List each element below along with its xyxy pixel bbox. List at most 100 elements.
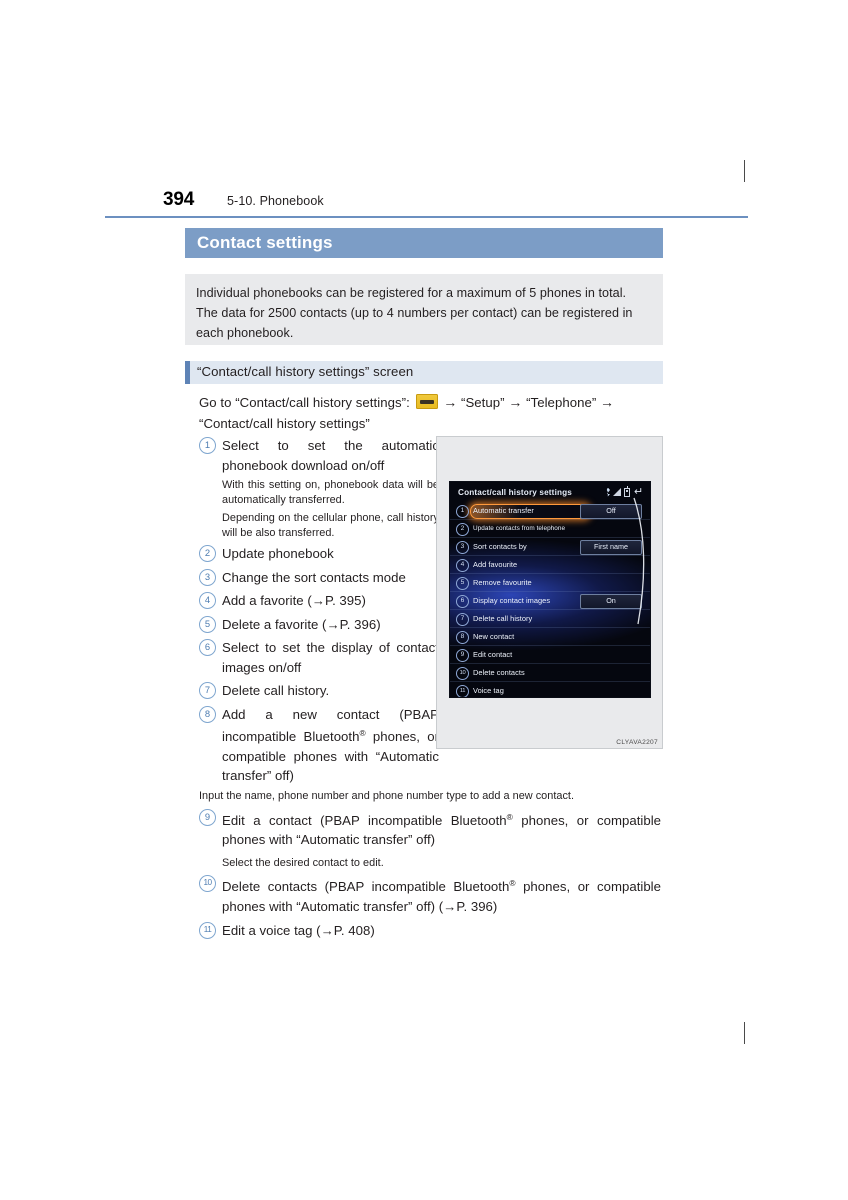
callout-list-wide: Input the name, phone number and phone n… [199,786,661,941]
screen-row-edit-contact[interactable]: 9 Edit contact [450,646,650,664]
screen-status-bar: ↵ [606,486,644,498]
callout-text-part-a: Delete contacts (PBAP incompatible Bluet… [222,879,510,894]
subsection-title: “Contact/call history settings” screen [197,364,414,379]
screen-row-number: 4 [456,559,469,572]
screen-row-number: 8 [456,631,469,644]
list-item: 7 Delete call history. [199,681,439,701]
screen-row-automatic-transfer[interactable]: 1 Automatic transfer Off [450,502,650,520]
list-item: 1 Select to set the automatic phonebook … [199,436,439,540]
chapter-label: 5-10. Phonebook [227,194,324,208]
list-item: 10 Delete contacts (PBAP incompatible Bl… [199,874,661,916]
navigation-path: Go to “Contact/call history settings”: →… [199,392,661,434]
screen-row-delete-call-history[interactable]: 7 Delete call history [450,610,650,628]
section-title-bar: Contact settings [185,228,663,258]
list-item: 4 Add a favorite (→P. 395) [199,591,439,611]
screen-row-number: 11 [456,685,469,697]
callout-number: 11 [199,922,216,939]
list-item: 2 Update phonebook [199,544,439,564]
screen-row-number: 10 [456,667,469,680]
screen-row-label: Update contacts from telephone [473,524,566,532]
screen-row-display-contact-images[interactable]: 6 Display contact images On [450,592,650,610]
callout-text: Select to set the automatic phonebook do… [222,438,439,473]
screen-row-new-contact[interactable]: 8 New contact [450,628,650,646]
callout-note: Select the desired contact to edit. [222,856,384,869]
screen-row-label: Display contact images [473,596,551,605]
figure-caption: CLYAVA2207 [616,739,658,746]
screen-row-update-contacts[interactable]: 2 Update contacts from telephone [450,520,650,538]
screen-row-label: Delete call history [473,614,533,623]
path-step-2: “Telephone” [526,395,597,410]
callout-note: Input the name, phone number and phone n… [199,790,575,802]
head-unit-screen: Contact/call history settings ↵ 1 Automa… [450,482,650,697]
callout-text: Add a favorite (→P. 395) [222,593,366,608]
crop-mark-top-right [744,160,745,182]
callout-text: Edit a contact (PBAP incompatible Blueto… [222,808,661,850]
screen-row-remove-favourite[interactable]: 5 Remove favourite [450,574,650,592]
callout-number: 4 [199,592,216,609]
screen-row-label: Delete contacts [473,668,525,677]
subsection-header: “Contact/call history settings” screen [185,361,663,384]
list-item: 3 Change the sort contacts mode [199,568,439,588]
notice-box: Individual phonebooks can be registered … [185,274,663,345]
section-title: Contact settings [197,233,333,252]
screen-row-voice-tag[interactable]: 11 Voice tag [450,682,650,697]
screen-row-number: 2 [456,523,469,536]
screen-row-label: Sort contacts by [473,542,527,551]
screen-row-number: 3 [456,541,469,554]
callout-number: 7 [199,682,216,699]
callout-text: Delete call history. [222,683,330,698]
screen-row-number: 6 [456,595,469,608]
callout-text: Change the sort contacts mode [222,569,406,585]
callout-text: Delete a favorite (→P. 396) [222,616,381,632]
callout-text: Add a new contact (PBAP incompatible Blu… [222,705,439,786]
path-arrow-3: → [600,394,615,410]
path-step-1: “Setup” [461,395,505,410]
screen-row-label: Remove favourite [473,578,532,587]
screen-row-number: 1 [456,505,469,518]
callout-text-part-a: Edit a contact (PBAP incompatible Blueto… [222,812,507,828]
crop-mark-bottom-right [744,1022,745,1044]
signal-icon [613,488,621,496]
callout-note: Depending on the cellular phone, call hi… [222,512,439,539]
path-step-3: “Contact/call history settings” [199,415,370,431]
callout-number: 6 [199,639,216,656]
callout-number: 1 [199,437,216,454]
screen-row-value[interactable]: Off [580,504,642,519]
path-arrow-2: → [508,394,523,410]
list-item: 9 Edit a contact (PBAP incompatible Blue… [199,808,661,871]
list-item: 8 Add a new contact (PBAP incompatible B… [199,705,439,786]
menu-button-icon [415,394,438,409]
screen-title: Contact/call history settings [458,488,572,497]
return-icon[interactable]: ↵ [633,487,644,498]
screen-row-sort-contacts-by[interactable]: 3 Sort contacts by First name [450,538,650,556]
screen-row-value[interactable]: On [580,594,642,609]
callout-number: 9 [199,808,216,826]
screen-row-number: 5 [456,577,469,590]
screen-row-label: New contact [473,632,515,641]
manual-page: 394 5-10. Phonebook Contact settings Ind… [0,0,848,1200]
battery-icon [624,486,630,497]
screen-row-value[interactable]: First name [580,540,642,555]
subsection-accent-tab [185,361,190,384]
running-head: 394 5-10. Phonebook [163,189,748,219]
callout-number: 10 [199,875,216,892]
callout-number: 3 [199,568,216,586]
screen-settings-list: 1 Automatic transfer Off 2 Update contac… [450,502,650,697]
list-item: 6 Select to set the display of contact i… [199,638,439,677]
callout-number: 8 [199,705,216,723]
list-item: 5 Delete a favorite (→P. 396) [199,615,439,635]
callout-text: Delete contacts (PBAP incompatible Bluet… [222,874,661,916]
screen-row-add-favourite[interactable]: 4 Add favourite [450,556,650,574]
path-prefix: Go to “Contact/call history settings”: [199,395,410,410]
callout-number: 2 [199,545,216,562]
figure-panel: Contact/call history settings ↵ 1 Automa… [436,436,663,749]
bluetooth-icon [606,488,610,497]
notice-text: Individual phonebooks can be registered … [196,286,633,340]
screen-row-label: Add favourite [473,560,518,569]
list-item: 11 Edit a voice tag (→P. 408) [199,921,661,941]
header-rule [105,216,748,219]
callout-text: Select to set the display of contact ima… [222,640,439,675]
screen-row-number: 9 [456,649,469,662]
screen-row-label: Automatic transfer [473,506,534,515]
screen-row-delete-contacts[interactable]: 10 Delete contacts [450,664,650,682]
